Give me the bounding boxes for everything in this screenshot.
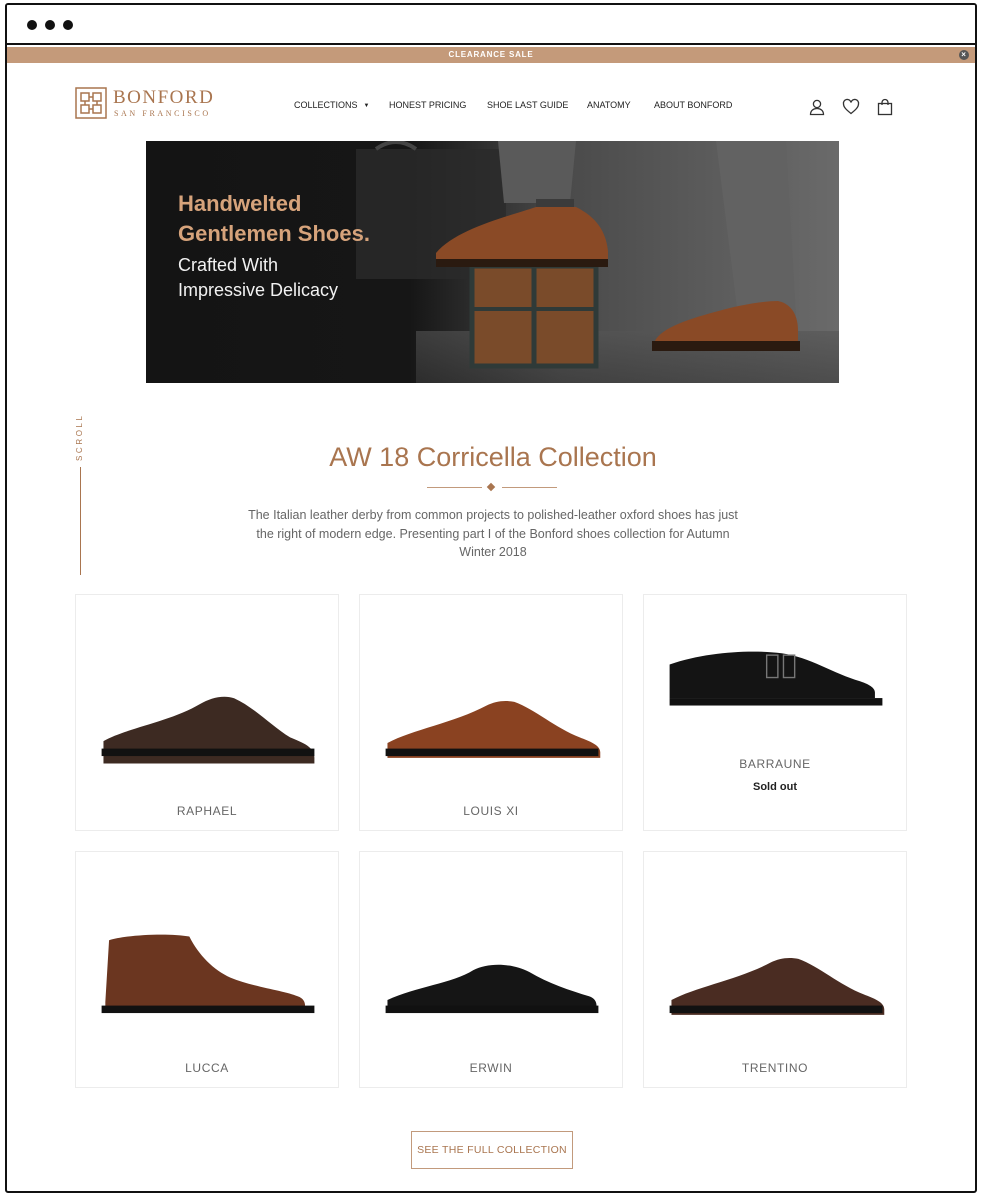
hero-subheadline: Crafted With Impressive Delicacy — [178, 253, 408, 303]
scroll-indicator-line — [80, 467, 81, 575]
product-name[interactable]: ERWIN — [360, 1061, 622, 1075]
product-name[interactable]: LUCCA — [76, 1061, 338, 1075]
shopping-bag-icon[interactable] — [876, 98, 894, 116]
product-card[interactable]: TRENTINO — [643, 851, 907, 1088]
see-full-collection-button[interactable]: SEE THE FULL COLLECTION — [411, 1131, 573, 1169]
hero-headline: Handwelted Gentlemen Shoes. — [178, 189, 438, 249]
window-chrome — [7, 5, 975, 45]
sold-out-badge: Sold out — [753, 781, 797, 793]
product-image — [385, 701, 601, 758]
product-card[interactable]: RAPHAEL — [75, 594, 339, 831]
window-dot-icon — [63, 20, 73, 30]
hero-headline-line: Gentlemen Shoes. — [178, 221, 370, 246]
product-image — [101, 696, 315, 764]
product-card[interactable]: ERWIN — [359, 851, 623, 1088]
hero-headline-line: Handwelted — [178, 191, 302, 216]
product-card[interactable]: LUCCA — [75, 851, 339, 1088]
close-icon[interactable]: × — [959, 50, 969, 60]
product-image — [101, 934, 315, 1014]
product-image — [669, 651, 883, 706]
nav-item-honest-pricing[interactable]: HONEST PRICING — [389, 100, 466, 110]
nav-item-collections[interactable]: COLLECTIONS ▼ — [294, 100, 369, 110]
product-card[interactable]: LOUIS XI — [359, 594, 623, 831]
collection-description: The Italian leather derby from common pr… — [248, 508, 738, 559]
hero-banner[interactable]: Handwelted Gentlemen Shoes. Crafted With… — [146, 141, 839, 383]
window-dot-icon — [27, 20, 37, 30]
user-icon[interactable] — [808, 98, 826, 116]
title-divider — [427, 482, 557, 494]
window-dot-icon — [45, 20, 55, 30]
product-image — [669, 958, 885, 1015]
collection-title: AW 18 Corricella Collection — [329, 442, 657, 472]
product-name[interactable]: TRENTINO — [644, 1061, 906, 1075]
hero-sub-line: Crafted With — [178, 255, 279, 275]
browser-frame: CLEARANCE SALE × BONFORD SAN FRANCISCO C… — [5, 3, 977, 1193]
promo-bar[interactable]: CLEARANCE SALE × — [7, 47, 975, 63]
caret-down-icon: ▼ — [363, 103, 370, 109]
product-image — [385, 964, 599, 1014]
product-name[interactable]: BARRAUNE — [644, 757, 906, 771]
nav-item-anatomy[interactable]: ANATOMY — [587, 100, 631, 110]
promo-text: CLEARANCE SALE — [448, 50, 534, 59]
product-name[interactable]: LOUIS XI — [360, 804, 622, 818]
diamond-icon — [486, 482, 496, 492]
nav-item-label: COLLECTIONS — [294, 100, 358, 110]
hero-sub-line: Impressive Delicacy — [178, 280, 339, 300]
nav-item-shoe-last-guide[interactable]: SHOE LAST GUIDE — [487, 100, 568, 110]
main-nav: COLLECTIONS ▼ HONEST PRICING SHOE LAST GU… — [7, 100, 975, 114]
product-name[interactable]: RAPHAEL — [76, 804, 338, 818]
nav-item-about-bonford[interactable]: ABOUT BONFORD — [654, 100, 732, 110]
product-card[interactable]: BARRAUNE Sold out — [643, 594, 907, 831]
heart-icon[interactable] — [842, 98, 860, 116]
